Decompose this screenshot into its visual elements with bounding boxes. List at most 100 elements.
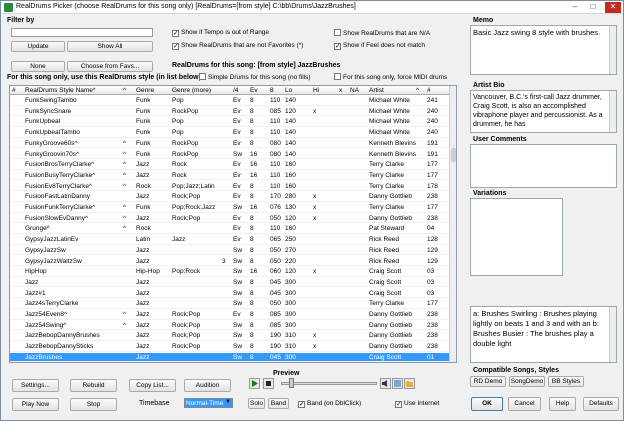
- update-button[interactable]: Update: [11, 41, 65, 52]
- play-now-button[interactable]: Play Now: [12, 398, 59, 411]
- table-row[interactable]: FusionSlowEvDanny^ ^ Jazz Rock;Pop Ev 8 050 120…: [10, 214, 451, 224]
- table-cell: 045: [270, 353, 281, 361]
- table-row[interactable]: JazzBebopDannyBrushes Jazz Rock;Pop Sw 8 190 3…: [10, 331, 451, 341]
- settings-button[interactable]: Settings...: [12, 379, 59, 392]
- col-header[interactable]: RealDrums Style Name*: [25, 87, 95, 94]
- close-icon[interactable]: ✕: [605, 2, 621, 13]
- rd-demo-button[interactable]: RD Demo: [470, 376, 506, 387]
- table-row[interactable]: JazzBebopDannySticks Jazz Rock;Pop Sw 8 190 31…: [10, 342, 451, 352]
- variations-description-scrollbar[interactable]: [609, 307, 616, 362]
- table-row[interactable]: FusionFunkTerryClarke^ ^ Funk Pop;Rock;Jazz…: [10, 203, 451, 213]
- force-midi-checkbox[interactable]: For this song only, force MIDI drums: [334, 73, 447, 81]
- table-cell: Danny Gottlieb: [369, 332, 412, 340]
- table-row[interactable]: JazzBrushes Jazz Sw 8 045 300 Craig Scott 01: [10, 352, 451, 362]
- col-header[interactable]: Lo: [285, 87, 292, 94]
- table-row[interactable]: GypsyJazzWaltzSw Jazz 3 Sw 8 050 220 Rick Reed 1…: [10, 257, 451, 267]
- none-button[interactable]: None: [11, 61, 65, 72]
- col-header[interactable]: Hi: [313, 87, 319, 94]
- table-row[interactable]: FusionEv8TerryClarke^ ^ Rock Pop;Jazz;Latin…: [10, 182, 451, 192]
- table-cell: Rick Reed: [369, 246, 399, 254]
- show-feel-mismatch-checkbox[interactable]: ✓ Show if Feel does not match: [334, 42, 425, 50]
- timebase-select[interactable]: Normal-Time ▼: [184, 398, 233, 408]
- col-header[interactable]: /4: [233, 87, 238, 94]
- col-header[interactable]: ^: [123, 87, 126, 94]
- copy-list-button[interactable]: Copy List...: [129, 379, 176, 392]
- scrollbar-thumb[interactable]: [451, 148, 456, 162]
- table-row[interactable]: HipHop Hip-Hop Pop;Rock Sw 16 060 120 x Craig Sc…: [10, 267, 451, 277]
- preview-position-slider[interactable]: [281, 382, 377, 385]
- table-cell: Sw: [233, 268, 243, 276]
- use-internet-checkbox[interactable]: ✓ Use Internet: [395, 400, 439, 408]
- table-row[interactable]: Jazz4sTerryClarke Jazz Sw 8 050 300 Terry Clar…: [10, 299, 451, 309]
- rebuild-button[interactable]: Rebuild: [70, 379, 117, 392]
- table-row[interactable]: FusionBusyTerryClarke^ ^ Jazz Rock Ev 16 110 16…: [10, 171, 451, 181]
- maximize-icon[interactable]: □: [585, 2, 601, 13]
- bb-styles-button[interactable]: BB Styles: [548, 376, 584, 387]
- table-row[interactable]: FunkyGroove60s^ ^ Funk RockPop Ev 8 080 140 Kenn…: [10, 139, 451, 149]
- col-header[interactable]: Genre (more): [172, 87, 211, 94]
- table-scrollbar[interactable]: [449, 86, 456, 362]
- table-row[interactable]: FusionBrosTerryClarke^ ^ Jazz Rock Ev 16 110 16…: [10, 160, 451, 170]
- volume-icon[interactable]: [392, 378, 403, 389]
- table-cell: Pop: [172, 129, 184, 137]
- table-row[interactable]: Jazz54Even8^ ^ Jazz Rock;Pop Ev 8 085 300 Danny …: [10, 310, 451, 320]
- col-header[interactable]: 8: [270, 87, 274, 94]
- table-cell: 238: [427, 193, 438, 201]
- table-cell: FunkyGroove60s^: [25, 139, 78, 147]
- col-header[interactable]: ^: [416, 87, 419, 94]
- show-tempo-out-of-range-checkbox[interactable]: ✓ Show if Tempo is out of Range: [172, 29, 269, 37]
- variations-list[interactable]: [470, 198, 563, 276]
- table-row[interactable]: GypsyJazzLatinEv Latin Jazz Ev 8 065 250 Rick R…: [10, 235, 451, 245]
- table-row[interactable]: FusionFastLatinDanny Jazz Rock;Pop Ev 8 170 28…: [10, 192, 451, 202]
- col-header[interactable]: Artist: [369, 87, 384, 94]
- ok-button[interactable]: OK: [471, 397, 503, 411]
- choose-from-favs-button[interactable]: Choose from Favs...: [67, 61, 153, 72]
- table-row[interactable]: FunkUpbeat Funk Pop Ev 8 110 140 Michael White 2…: [10, 117, 451, 127]
- slider-thumb[interactable]: [289, 378, 294, 388]
- table-row[interactable]: GypsyJazzSw Jazz Sw 8 050 270 Rick Reed 129: [10, 246, 451, 256]
- table-cell: FusionSlowEvDanny^: [25, 214, 89, 222]
- stop-button[interactable]: Stop: [70, 398, 117, 411]
- table-row[interactable]: FunkSyncSnare Funk RockPop Ev 8 085 120 x Michae…: [10, 107, 451, 117]
- variations-description-box[interactable]: a: Brushes Swirling : Brushes playing li…: [470, 306, 617, 363]
- show-all-button[interactable]: Show All: [67, 41, 153, 52]
- table-row[interactable]: FunkUpbeatTambo Funk Pop Ev 8 110 140 Michael W…: [10, 128, 451, 138]
- help-button[interactable]: Help: [549, 397, 576, 411]
- show-na-checkbox[interactable]: Show RealDrums that are N/A: [334, 29, 430, 37]
- table-row[interactable]: Grunge^ ^ Rock Ev 8 110 160 Pat Steward 04: [10, 224, 451, 234]
- col-header[interactable]: x: [339, 87, 342, 94]
- col-header[interactable]: Ev: [250, 87, 258, 94]
- memo-scrollbar[interactable]: [609, 26, 616, 74]
- filter-input[interactable]: [11, 28, 153, 37]
- band-button[interactable]: Band: [268, 398, 289, 409]
- simple-drums-checkbox[interactable]: Simple Drums for this song (no fills): [199, 73, 311, 81]
- table-cell: GypsyJazzWaltzSw: [25, 257, 82, 265]
- memo-box[interactable]: Basic Jazz swing 8 style with brushes.: [470, 25, 617, 75]
- artist-bio-scrollbar[interactable]: [609, 91, 616, 132]
- show-not-favorites-checkbox[interactable]: ✓ Show RealDrums that are not Favorites (…: [172, 42, 303, 50]
- solo-button[interactable]: Solo: [248, 398, 265, 409]
- table-row[interactable]: FunkyGroovin70s^ ^ Funk RockPop Sw 16 080 140 Ke…: [10, 150, 451, 160]
- col-header[interactable]: #: [427, 87, 431, 94]
- defaults-button[interactable]: Defaults: [583, 397, 619, 411]
- col-header[interactable]: Genre: [136, 87, 154, 94]
- speaker-icon[interactable]: [380, 378, 391, 389]
- artist-bio-box[interactable]: Vancouver, B.C.'s first-call Jazz drumme…: [470, 90, 617, 133]
- audition-button[interactable]: Audition: [184, 379, 231, 392]
- col-header[interactable]: NA: [350, 87, 359, 94]
- cancel-button[interactable]: Cancel: [508, 397, 541, 411]
- user-comments-box[interactable]: [470, 144, 617, 188]
- band-on-dblclick-checkbox[interactable]: ✓ Band (on DblClick): [298, 400, 361, 408]
- folder-icon[interactable]: [404, 378, 415, 389]
- table-row[interactable]: Jazz Jazz Sw 8 045 300 Craig Scott 03: [10, 278, 451, 288]
- play-icon[interactable]: [249, 378, 260, 389]
- table-row[interactable]: Jazz54Swing^ ^ Jazz Rock;Pop Sw 8 085 300 Danny …: [10, 321, 451, 331]
- song-demo-button[interactable]: SongDemo: [509, 376, 545, 387]
- minimize-icon[interactable]: –: [567, 2, 583, 13]
- col-header[interactable]: #: [12, 87, 16, 94]
- table-row[interactable]: FunkSwingTambo Funk Pop Ev 8 110 140 Michael Wh…: [10, 96, 451, 106]
- realdrums-table[interactable]: # RealDrums Style Name* ^ Genre Genre (m…: [9, 85, 457, 363]
- table-row[interactable]: Jazz#1 Jazz Sw 8 045 300 Craig Scott 03: [10, 289, 451, 299]
- table-cell: 177: [427, 300, 438, 308]
- stop-icon[interactable]: [263, 378, 274, 389]
